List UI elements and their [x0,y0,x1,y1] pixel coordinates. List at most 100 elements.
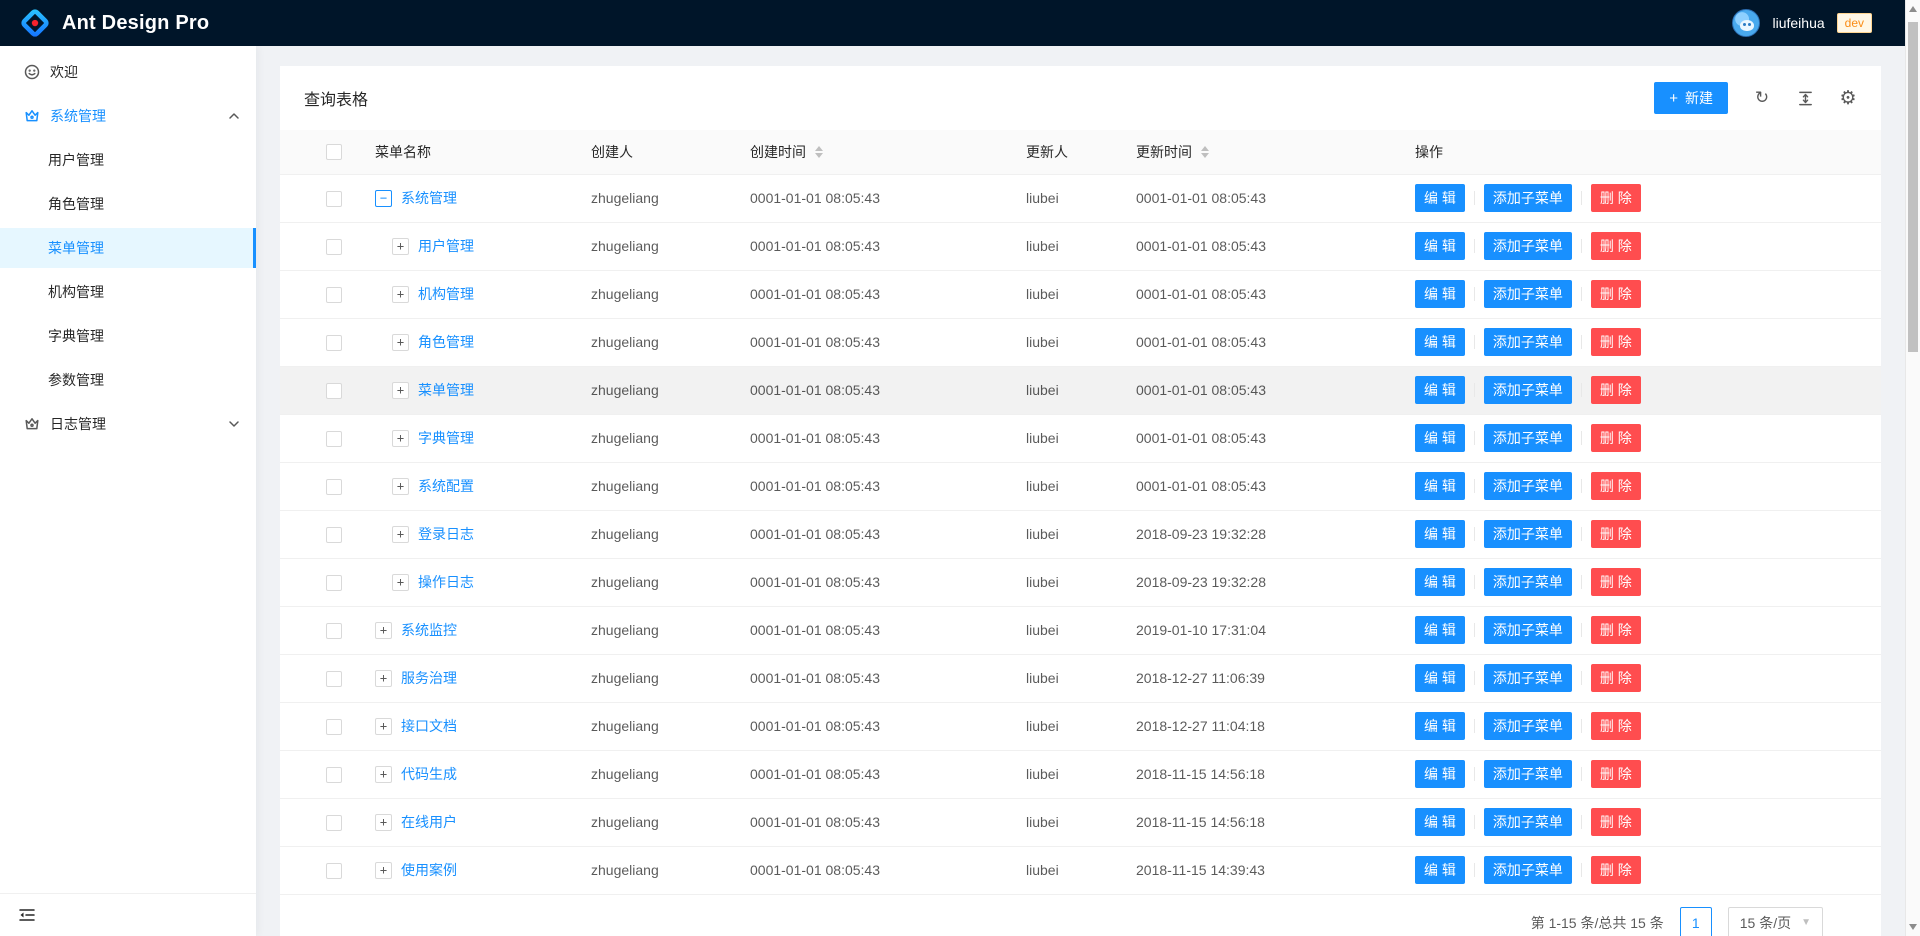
sidebar-item-system-management[interactable]: 系统管理 [0,96,256,136]
expand-row-icon[interactable]: + [375,766,392,783]
sidebar-item-welcome[interactable]: 欢迎 [0,52,256,92]
row-checkbox[interactable] [326,575,342,591]
expand-row-icon[interactable]: + [375,814,392,831]
sidebar-item-user-management[interactable]: 用户管理 [0,140,256,180]
menu-name-link[interactable]: 使用案例 [401,860,457,880]
add-submenu-button[interactable]: 添加子菜单 [1484,472,1572,500]
menu-name-link[interactable]: 字典管理 [418,428,474,448]
menu-name-link[interactable]: 系统管理 [401,188,457,208]
expand-row-icon[interactable]: + [375,670,392,687]
edit-button[interactable]: 编 辑 [1415,328,1465,356]
menu-name-link[interactable]: 机构管理 [418,284,474,304]
expand-row-icon[interactable]: + [392,526,409,543]
delete-button[interactable]: 删 除 [1591,328,1641,356]
edit-button[interactable]: 编 辑 [1415,184,1465,212]
add-submenu-button[interactable]: 添加子菜单 [1484,568,1572,596]
sidebar-item-param-management[interactable]: 参数管理 [0,360,256,400]
row-checkbox[interactable] [326,671,342,687]
add-submenu-button[interactable]: 添加子菜单 [1484,712,1572,740]
row-checkbox[interactable] [326,287,342,303]
expand-row-icon[interactable]: + [392,574,409,591]
row-checkbox[interactable] [326,479,342,495]
scroll-up-arrow-icon[interactable] [1909,6,1917,12]
delete-button[interactable]: 删 除 [1591,808,1641,836]
expand-row-icon[interactable]: + [392,382,409,399]
add-submenu-button[interactable]: 添加子菜单 [1484,376,1572,404]
delete-button[interactable]: 删 除 [1591,712,1641,740]
edit-button[interactable]: 编 辑 [1415,760,1465,788]
delete-button[interactable]: 删 除 [1591,664,1641,692]
new-button[interactable]: + 新建 [1654,82,1728,114]
reload-icon[interactable]: ↻ [1753,89,1771,107]
add-submenu-button[interactable]: 添加子菜单 [1484,232,1572,260]
delete-button[interactable]: 删 除 [1591,424,1641,452]
delete-button[interactable]: 删 除 [1591,184,1641,212]
menu-name-link[interactable]: 系统监控 [401,620,457,640]
add-submenu-button[interactable]: 添加子菜单 [1484,280,1572,308]
add-submenu-button[interactable]: 添加子菜单 [1484,184,1572,212]
expand-row-icon[interactable]: + [375,622,392,639]
menu-name-link[interactable]: 服务治理 [401,668,457,688]
add-submenu-button[interactable]: 添加子菜单 [1484,808,1572,836]
user-avatar[interactable] [1732,9,1760,37]
add-submenu-button[interactable]: 添加子菜单 [1484,424,1572,452]
edit-button[interactable]: 编 辑 [1415,232,1465,260]
row-checkbox[interactable] [326,383,342,399]
expand-row-icon[interactable]: + [392,430,409,447]
sidebar-item-menu-management[interactable]: 菜单管理 [0,228,256,268]
row-checkbox[interactable] [326,239,342,255]
delete-button[interactable]: 删 除 [1591,280,1641,308]
sort-updated-time[interactable]: 更新时间 [1136,142,1209,162]
row-checkbox[interactable] [326,767,342,783]
row-checkbox[interactable] [326,815,342,831]
add-submenu-button[interactable]: 添加子菜单 [1484,856,1572,884]
settings-gear-icon[interactable]: ⚙ [1839,89,1857,107]
row-checkbox[interactable] [326,623,342,639]
delete-button[interactable]: 删 除 [1591,232,1641,260]
menu-fold-icon[interactable] [18,906,36,924]
add-submenu-button[interactable]: 添加子菜单 [1484,760,1572,788]
column-height-icon[interactable] [1796,89,1814,107]
delete-button[interactable]: 删 除 [1591,616,1641,644]
scroll-down-arrow-icon[interactable] [1909,924,1917,930]
edit-button[interactable]: 编 辑 [1415,568,1465,596]
delete-button[interactable]: 删 除 [1591,568,1641,596]
select-all-checkbox[interactable] [326,144,342,160]
add-submenu-button[interactable]: 添加子菜单 [1484,664,1572,692]
row-checkbox[interactable] [326,863,342,879]
expand-row-icon[interactable]: + [392,334,409,351]
menu-name-link[interactable]: 菜单管理 [418,380,474,400]
row-checkbox[interactable] [326,431,342,447]
row-checkbox[interactable] [326,191,342,207]
edit-button[interactable]: 编 辑 [1415,280,1465,308]
delete-button[interactable]: 删 除 [1591,472,1641,500]
menu-name-link[interactable]: 代码生成 [401,764,457,784]
delete-button[interactable]: 删 除 [1591,376,1641,404]
sort-created-time[interactable]: 创建时间 [750,142,823,162]
expand-row-icon[interactable]: + [375,862,392,879]
menu-name-link[interactable]: 登录日志 [418,524,474,544]
menu-name-link[interactable]: 用户管理 [418,236,474,256]
edit-button[interactable]: 编 辑 [1415,616,1465,644]
menu-name-link[interactable]: 接口文档 [401,716,457,736]
edit-button[interactable]: 编 辑 [1415,520,1465,548]
edit-button[interactable]: 编 辑 [1415,808,1465,836]
add-submenu-button[interactable]: 添加子菜单 [1484,616,1572,644]
edit-button[interactable]: 编 辑 [1415,376,1465,404]
sidebar-item-org-management[interactable]: 机构管理 [0,272,256,312]
row-checkbox[interactable] [326,335,342,351]
menu-name-link[interactable]: 角色管理 [418,332,474,352]
edit-button[interactable]: 编 辑 [1415,712,1465,740]
sidebar-item-log-management[interactable]: 日志管理 [0,404,256,444]
add-submenu-button[interactable]: 添加子菜单 [1484,520,1572,548]
menu-name-link[interactable]: 在线用户 [401,812,457,832]
edit-button[interactable]: 编 辑 [1415,424,1465,452]
expand-row-icon[interactable]: + [392,478,409,495]
edit-button[interactable]: 编 辑 [1415,664,1465,692]
page-size-select[interactable]: 15 条/页 ▼ [1728,907,1823,936]
row-checkbox[interactable] [326,527,342,543]
edit-button[interactable]: 编 辑 [1415,472,1465,500]
menu-name-link[interactable]: 系统配置 [418,476,474,496]
expand-row-icon[interactable]: + [392,238,409,255]
scrollbar-thumb[interactable] [1908,22,1918,352]
